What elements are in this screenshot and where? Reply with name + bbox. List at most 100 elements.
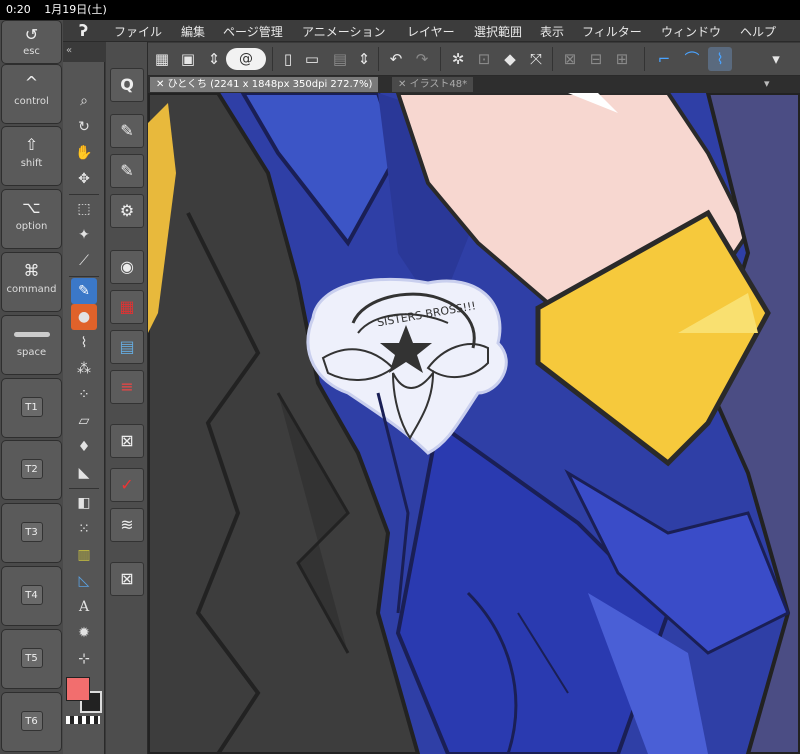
menu-file[interactable]: ファイル (114, 23, 162, 40)
space-key[interactable]: space (1, 315, 62, 375)
option-icon: ⌥ (22, 198, 41, 217)
correction-icon[interactable]: ⊹ (71, 646, 97, 672)
decoration-icon[interactable]: ⁘ (71, 382, 97, 408)
t6-key[interactable]: T6 (1, 692, 62, 752)
app-window: 0:20 1月19日(土) ↺ esc ^ control ⇧ shift ⌥ … (0, 0, 800, 754)
balloon-icon[interactable]: ✹ (71, 620, 97, 646)
move-icon[interactable]: ✥ (71, 166, 97, 192)
redo-icon[interactable]: ↷ (410, 47, 434, 71)
layer-property-icon[interactable]: ✓ (110, 468, 144, 502)
page-up-down-icon[interactable]: ⇕ (352, 47, 376, 71)
loading-icon[interactable]: ✲ (446, 47, 470, 71)
tab-illust48[interactable]: ✕ イラスト48* (392, 77, 474, 92)
open-folder-icon[interactable]: ▭ (300, 47, 324, 71)
color-slider-icon[interactable]: ≡ (110, 370, 144, 404)
tab-close-icon[interactable]: ✕ (398, 79, 406, 90)
blend-icon[interactable]: ♦ (71, 434, 97, 460)
command-key[interactable]: ⌘ command (1, 252, 62, 312)
artwork: SISTERS BROSS!!! (148, 93, 800, 754)
foreground-color-swatch[interactable] (66, 677, 90, 701)
tab-close-icon[interactable]: ✕ (156, 79, 164, 90)
snap-grid-icon[interactable]: ⌇ (708, 47, 732, 71)
document-tabs: ✕ ひとくち (2241 x 1848px 350dpi 272.7%) ✕ イ… (148, 76, 800, 93)
text-icon[interactable]: A (71, 594, 97, 620)
tool-palette: ⌕ ↻ ✋ ✥ ⬚ ✦ ⟋ ✎ ● ⌇ ⁂ ⁘ ▱ ♦ ◣ ◧ ⁙ ▥ ◺ A … (63, 62, 105, 754)
ink-icon[interactable]: ● (71, 304, 97, 330)
figure-icon[interactable]: ⁙ (71, 516, 97, 542)
brush-icon[interactable]: ⌇ (71, 330, 97, 356)
select-all-icon[interactable]: ⊠ (558, 47, 582, 71)
menu-window[interactable]: ウィンドウ (661, 23, 721, 40)
color-set-icon[interactable]: ▦ (110, 290, 144, 324)
menu-layer[interactable]: レイヤー (407, 23, 455, 40)
menu-edit[interactable]: 編集 (181, 23, 205, 40)
menu-help[interactable]: ヘルプ (740, 23, 776, 40)
hand-icon[interactable]: ✋ (71, 140, 97, 166)
color-wheel-icon[interactable]: ◉ (110, 250, 144, 284)
status-time: 0:20 (6, 3, 31, 16)
esc-key[interactable]: ↺ esc (1, 20, 62, 64)
spiral-icon[interactable]: @ (226, 48, 266, 70)
tool-property-icon[interactable]: ⚙ (110, 194, 144, 228)
quick-access-icon[interactable]: Q (110, 68, 144, 102)
timeline-icon[interactable]: ▤ (110, 330, 144, 364)
eyedropper-icon[interactable]: ⟋ (71, 248, 97, 274)
material-icon[interactable]: ⊠ (110, 424, 144, 458)
palette-dock: Q ✎ ✎ ⚙ ◉ ▦ ▤ ≡ ⊠ ✓ ≋ ⊠ (106, 42, 148, 754)
menu-view[interactable]: 表示 (540, 23, 564, 40)
sub-tool-view-icon[interactable]: ✎ (110, 154, 144, 188)
t5-key[interactable]: T5 (1, 629, 62, 689)
material-2-icon[interactable]: ⊠ (110, 562, 144, 596)
menu-page-management[interactable]: ページ管理 (223, 23, 283, 40)
tab-hitokuchi[interactable]: ✕ ひとくち (2241 x 1848px 350dpi 272.7%) (150, 77, 379, 92)
t3-key[interactable]: T3 (1, 503, 62, 563)
collapse-left-icon[interactable]: « (66, 45, 72, 56)
pen-icon[interactable]: ✎ (71, 278, 97, 304)
up-down-icon[interactable]: ⇕ (202, 47, 226, 71)
snap-special-ruler-icon[interactable]: ⌒ (680, 47, 704, 71)
deselect-icon[interactable]: ⊟ (584, 47, 608, 71)
airbrush-icon[interactable]: ⁂ (71, 356, 97, 382)
control-icon: ^ (24, 73, 39, 92)
shift-key[interactable]: ⇧ shift (1, 126, 62, 186)
status-bar: 0:20 1月19日(土) (0, 0, 800, 20)
snap-ruler-icon[interactable]: ⌐ (652, 47, 676, 71)
eraser-icon[interactable]: ▱ (71, 408, 97, 434)
command-bar-menu-icon[interactable]: ▾ (764, 47, 788, 71)
t2-key[interactable]: T2 (1, 440, 62, 500)
save-icon[interactable]: ▤ (328, 47, 352, 71)
menu-bar: ʔ ファイル 編集 ページ管理 アニメーション レイヤー 選択範囲 表示 フィル… (63, 20, 800, 42)
scale-icon[interactable]: ⤧ (524, 47, 548, 71)
magic-wand-icon[interactable]: ✦ (71, 222, 97, 248)
drawing-canvas[interactable]: SISTERS BROSS!!! (148, 93, 800, 754)
undo-icon[interactable]: ↶ (384, 47, 408, 71)
app-logo-icon[interactable]: ʔ (79, 21, 99, 41)
t1-key[interactable]: T1 (1, 378, 62, 438)
menu-animation[interactable]: アニメーション (302, 23, 386, 40)
invert-selection-icon[interactable]: ⊞ (610, 47, 634, 71)
command-icon: ⌘ (23, 261, 40, 280)
zoom-icon[interactable]: ⌕ (71, 88, 97, 114)
tab-menu-icon[interactable]: ▾ (764, 77, 770, 90)
gradient-icon[interactable]: ◧ (71, 490, 97, 516)
control-key[interactable]: ^ control (1, 64, 62, 124)
ruler-icon[interactable]: ◺ (71, 568, 97, 594)
frame-icon[interactable]: ▥ (71, 542, 97, 568)
t4-key[interactable]: T4 (1, 566, 62, 626)
fill-icon[interactable]: ◣ (71, 460, 97, 486)
transform-icon[interactable]: ⊡ (472, 47, 496, 71)
rotate-icon[interactable]: ↻ (71, 114, 97, 140)
menu-filter[interactable]: フィルター (582, 23, 642, 40)
transparent-color-swatch[interactable] (66, 716, 100, 724)
shortcut-key-panel: ↺ esc ^ control ⇧ shift ⌥ option ⌘ comma… (0, 20, 63, 754)
layer-icon[interactable]: ≋ (110, 508, 144, 542)
shift-icon: ⇧ (24, 135, 39, 154)
menu-selection[interactable]: 選択範囲 (474, 23, 522, 40)
selection-icon[interactable]: ⬚ (71, 196, 97, 222)
option-key[interactable]: ⌥ option (1, 189, 62, 249)
canvas-icon[interactable]: ▣ (176, 47, 200, 71)
fill-bucket-icon[interactable]: ◆ (498, 47, 522, 71)
new-file-icon[interactable]: ▯ (276, 47, 300, 71)
sub-tool-icon[interactable]: ✎ (110, 114, 144, 148)
grid-icon[interactable]: ▦ (150, 47, 174, 71)
